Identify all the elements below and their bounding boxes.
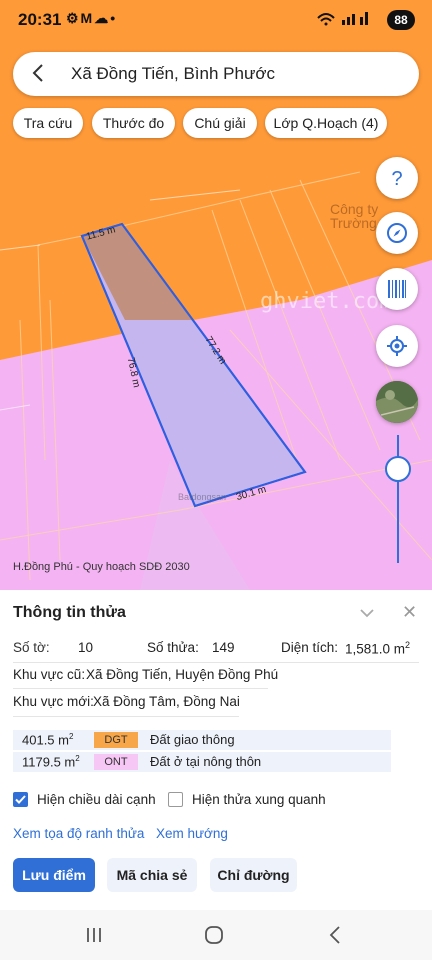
satellite-layer-button[interactable] xyxy=(376,381,418,423)
crosshair-icon xyxy=(387,336,407,356)
barcode-button[interactable] xyxy=(376,268,418,310)
map-caption: H.Đồng Phú - Quy hoạch SDĐ 2030 xyxy=(13,561,190,573)
help-button[interactable]: ? xyxy=(376,157,418,199)
land-use-code-badge: DGT xyxy=(94,732,138,748)
status-time: 20:31 xyxy=(18,10,62,29)
opacity-slider-track[interactable] xyxy=(397,435,399,563)
opacity-slider-thumb[interactable] xyxy=(385,456,411,482)
signal-wifi-icon xyxy=(316,10,372,29)
watermark-text: ghviet.com xyxy=(260,289,393,314)
poi-label: Công ty Trường xyxy=(330,201,379,231)
chip-lop-quy-hoach[interactable]: Lớp Q.Hoạch (4) xyxy=(265,108,387,138)
chip-chu-giai[interactable]: Chú giải xyxy=(183,108,257,138)
my-location-button[interactable] xyxy=(376,325,418,367)
question-icon: ? xyxy=(391,168,402,190)
recent-apps-icon[interactable] xyxy=(83,924,105,946)
land-use-row: 401.5 m2 DGT Đất giao thông xyxy=(13,730,391,750)
view-direction-link[interactable]: Xem hướng xyxy=(156,826,228,841)
status-bar: 20:31 ⚙M☁• 88 xyxy=(0,0,432,40)
show-edge-length-label[interactable]: Hiện chiều dài cạnh xyxy=(37,792,156,807)
compass-button[interactable] xyxy=(376,212,418,254)
chip-tra-cuu[interactable]: Tra cứu xyxy=(13,108,83,138)
search-query[interactable]: Xã Đồng Tiến, Bình Phước xyxy=(71,64,275,84)
back-icon[interactable] xyxy=(325,924,347,946)
so-thua-label: Số thửa: xyxy=(147,640,199,655)
close-icon[interactable]: ✕ xyxy=(402,602,417,623)
dien-tich-label: Diện tích: xyxy=(281,640,339,655)
khu-vuc-moi-label: Khu vực mới: xyxy=(13,694,94,709)
directions-button[interactable]: Chỉ đường xyxy=(210,858,297,892)
home-icon[interactable] xyxy=(203,924,225,946)
divider xyxy=(13,688,268,689)
so-to-row: Số tờ: xyxy=(13,640,50,655)
divider xyxy=(13,662,419,663)
back-arrow-icon[interactable] xyxy=(27,61,51,85)
satellite-thumbnail-icon xyxy=(376,381,418,423)
divider xyxy=(13,716,239,717)
view-coordinates-link[interactable]: Xem tọa độ ranh thửa xyxy=(13,826,144,841)
parcel-info-panel: Thông tin thửa ✕ Số tờ: 10 Số thửa: 149 … xyxy=(0,590,432,910)
khu-vuc-moi-value: Xã Đồng Tâm, Đồng Nai xyxy=(93,694,240,709)
save-point-button[interactable]: Lưu điểm xyxy=(13,858,95,892)
so-thua-value: 149 xyxy=(212,640,235,655)
search-bar[interactable]: Xã Đồng Tiến, Bình Phước xyxy=(13,52,419,96)
panel-title: Thông tin thửa xyxy=(13,604,126,621)
system-navigation-bar xyxy=(0,910,432,960)
chevron-down-icon[interactable] xyxy=(358,604,376,622)
show-neighbors-label[interactable]: Hiện thửa xung quanh xyxy=(192,792,326,807)
khu-vuc-cu-value: Xã Đồng Tiến, Huyện Đồng Phú xyxy=(86,667,279,682)
so-to-value: 10 xyxy=(78,640,94,655)
share-code-button[interactable]: Mã chia sẻ xyxy=(107,858,197,892)
show-edge-length-checkbox[interactable] xyxy=(13,792,28,807)
dien-tich-value: 1,581.0 m2 xyxy=(345,640,411,657)
show-neighbors-checkbox[interactable] xyxy=(168,792,183,807)
land-use-row: 1179.5 m2 ONT Đất ở tại nông thôn xyxy=(13,752,391,772)
land-use-code-badge: ONT xyxy=(94,754,138,770)
batdongsan-logo: Batdongsan xyxy=(178,492,227,502)
chip-thuoc-do[interactable]: Thước đo xyxy=(92,108,175,138)
compass-icon xyxy=(387,223,407,243)
battery-icon: 88 xyxy=(387,10,415,30)
svg-text:?: ? xyxy=(391,168,402,190)
notification-icons: ⚙M☁• xyxy=(66,10,118,26)
checkmark-icon xyxy=(15,795,26,804)
khu-vuc-cu-label: Khu vực cũ: xyxy=(13,667,86,682)
barcode-icon xyxy=(388,280,406,298)
